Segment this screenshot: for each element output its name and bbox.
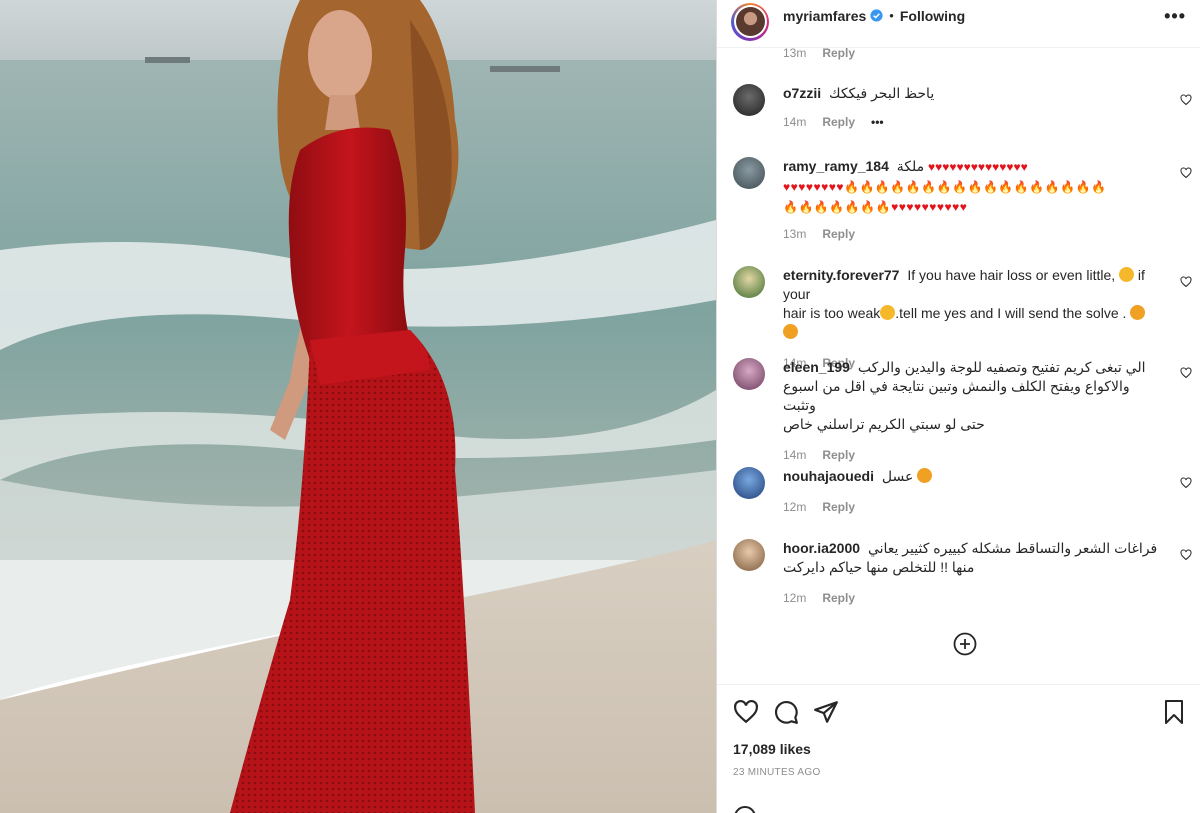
comment-item: hoor.ia2000 فراغات الشعر والتساقط مشكله … <box>733 539 1200 605</box>
comment-username[interactable]: nouhajaouedi <box>783 468 874 484</box>
comment-time: 14m <box>783 115 807 129</box>
heart-eyes-emoji-icon <box>1130 305 1146 320</box>
reply-button[interactable]: Reply <box>822 448 855 462</box>
heart-eyes-emoji-icon <box>783 324 798 339</box>
comments-panel: myriamfares • Following ••• 13m Reply o7… <box>716 0 1200 813</box>
comment-emoji-line: 🔥🔥🔥🔥🔥🔥🔥♥♥♥♥♥♥♥♥♥♥ <box>783 200 968 214</box>
likes-count[interactable]: 17,089 likes <box>733 741 811 757</box>
comment-text: ملكة <box>896 158 925 174</box>
heart-icon[interactable] <box>733 699 759 725</box>
post-username[interactable]: myriamfares <box>783 8 866 24</box>
reply-button[interactable]: Reply <box>822 227 855 241</box>
comment-item: eternity.forever77 If you have hair loss… <box>733 266 1200 370</box>
heart-eyes-emoji-icon <box>917 468 933 483</box>
sad-face-emoji-icon <box>880 305 896 320</box>
load-more-comments-icon[interactable] <box>953 632 977 656</box>
comment-item: ramy_ramy_184 ملكة ♥♥♥♥♥♥♥♥♥♥♥♥♥♥ ♥♥♥♥♥♥… <box>733 157 1200 241</box>
share-icon[interactable] <box>813 699 839 725</box>
comment-avatar[interactable] <box>733 358 765 390</box>
comment-item: o7zzii ياحظ البحر فيككك 14m Reply ••• <box>733 84 1200 129</box>
comment-avatar[interactable] <box>733 84 765 116</box>
comment-time: 12m <box>783 591 807 605</box>
comment-text: والاكواع ويفتح الكلف والنمش وتبين نتايجة… <box>783 378 1130 413</box>
more-icon[interactable]: ••• <box>1164 6 1186 27</box>
post-actions: 17,089 likes 23 MINUTES AGO <box>717 684 1200 813</box>
comment-avatar[interactable] <box>733 467 765 499</box>
verified-icon <box>870 9 883 22</box>
comment-text: عسل <box>881 468 914 484</box>
comment-username[interactable]: eternity.forever77 <box>783 267 899 283</box>
comment-time: 14m <box>783 448 807 462</box>
reply-button[interactable]: Reply <box>822 115 855 129</box>
comment-item: nouhajaouedi عسل 12m Reply <box>733 467 1200 514</box>
like-comment-heart-icon[interactable] <box>1180 94 1192 106</box>
comment-text: الي تبغى كريم تفتيح وتصفيه للوجة واليدين… <box>857 359 1146 375</box>
post-photo[interactable] <box>0 0 716 813</box>
reply-button[interactable]: Reply <box>822 46 855 60</box>
comment-avatar[interactable] <box>733 539 765 571</box>
comment-text: hair is too weak <box>783 305 881 321</box>
comment-emoji-hearts: ♥♥♥♥♥♥♥♥♥♥♥♥♥♥ <box>928 160 1028 174</box>
comment-item: eleen_199 الي تبغى كريم تفتيح وتصفيه للو… <box>733 358 1200 462</box>
comments-list[interactable]: 13m Reply o7zzii ياحظ البحر فيككك 14m Re… <box>717 40 1200 684</box>
comment-text: .tell me yes and I will send the solve . <box>895 305 1127 321</box>
comment-time: 13m <box>783 227 807 241</box>
reply-button[interactable]: Reply <box>822 591 855 605</box>
comment-icon[interactable] <box>773 699 799 725</box>
comment-text: ياحظ البحر فيككك <box>829 85 935 101</box>
following-button[interactable]: Following <box>900 8 965 24</box>
comment-text: If you have hair loss or even little, <box>907 267 1116 283</box>
comment-time: 13m <box>783 46 807 60</box>
comment-avatar[interactable] <box>733 266 765 298</box>
like-comment-heart-icon[interactable] <box>1180 477 1192 489</box>
comment-username[interactable]: o7zzii <box>783 85 821 101</box>
like-comment-heart-icon[interactable] <box>1180 276 1192 288</box>
beach-photo-image <box>0 0 716 813</box>
comment-username[interactable]: ramy_ramy_184 <box>783 158 889 174</box>
emoji-icon[interactable] <box>733 805 757 813</box>
comment-text: فراغات الشعر والتساقط مشكله كبييره كثيير… <box>867 540 1158 556</box>
comment-emoji-line: ♥♥♥♥♥♥♥♥🔥🔥🔥🔥🔥🔥🔥🔥🔥🔥🔥🔥🔥🔥🔥🔥🔥 <box>783 180 1107 194</box>
bookmark-icon[interactable] <box>1162 699 1186 725</box>
header-separator: • <box>889 8 894 23</box>
comment-options-icon[interactable]: ••• <box>871 115 884 129</box>
reply-button[interactable]: Reply <box>822 500 855 514</box>
avatar[interactable] <box>731 2 769 41</box>
comment-username[interactable]: hoor.ia2000 <box>783 540 860 556</box>
like-comment-heart-icon[interactable] <box>1180 167 1192 179</box>
like-comment-heart-icon[interactable] <box>1180 549 1192 561</box>
comment-username[interactable]: eleen_199 <box>783 359 850 375</box>
like-comment-heart-icon[interactable] <box>1180 367 1192 379</box>
sad-face-emoji-icon <box>1119 267 1135 282</box>
comment-text: منها !! للتخلص منها حياكم دايركت <box>783 559 975 575</box>
comment-text: حتى لو سبتي الكريم تراسلني خاص <box>783 416 985 432</box>
previous-comment-meta: 13m Reply <box>783 46 855 60</box>
comment-time: 12m <box>783 500 807 514</box>
comment-avatar[interactable] <box>733 157 765 189</box>
post-time-ago: 23 MINUTES AGO <box>733 767 821 778</box>
